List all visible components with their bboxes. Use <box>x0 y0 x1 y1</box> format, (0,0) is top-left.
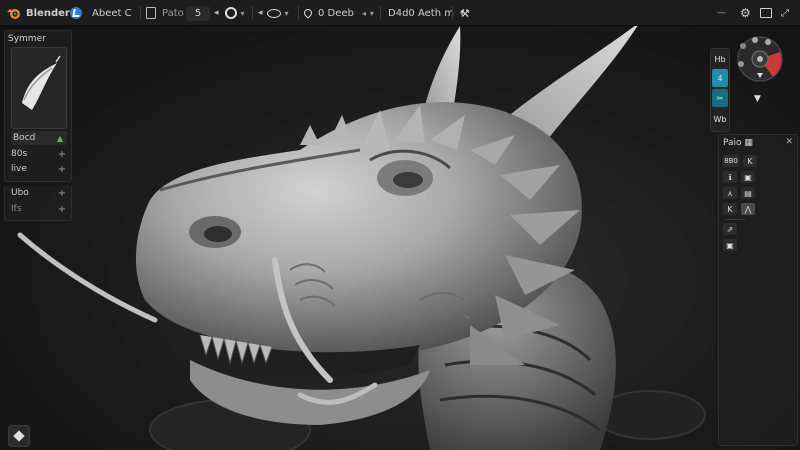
ellipse-icon <box>266 8 281 18</box>
view-button-0[interactable]: Hb <box>712 50 728 68</box>
brush-row-4[interactable]: Ifs + <box>11 202 67 216</box>
brush-row-label: Ifs <box>11 204 22 214</box>
add-icon[interactable]: + <box>57 164 67 175</box>
brush-preview[interactable] <box>11 47 67 129</box>
add-icon[interactable]: + <box>57 204 67 215</box>
blender-logo-icon <box>6 6 22 20</box>
brush-row-2[interactable]: live + <box>11 162 67 176</box>
tool-row-4: ⇗ <box>723 223 737 235</box>
brush-panel: Symmer Bocd ▲ 80s + live + <box>4 30 72 182</box>
value-pill: 5 <box>186 5 210 21</box>
brush-row-label: Ubo <box>11 188 29 198</box>
tool-button[interactable]: 8B0 <box>723 155 739 167</box>
falloff-dropdown[interactable]: 0 Deeb ◂ ▾ <box>302 0 374 26</box>
brush-panel-title: Symmer <box>8 34 46 44</box>
dragon-sculpt-model <box>17 26 706 450</box>
info-icon[interactable]: ℹ <box>723 171 737 183</box>
fullscreen-icon: ⤢ <box>781 7 789 19</box>
tool-button[interactable]: ▣ <box>741 171 755 183</box>
view-button-3[interactable]: Wb <box>712 110 728 128</box>
brush-row-label: Bocd <box>13 133 36 143</box>
chevron-left-icon: ◂ <box>258 8 263 18</box>
circle-icon <box>224 7 237 19</box>
fullscreen-button[interactable]: ⤢ <box>781 0 789 26</box>
chevron-down-icon: ▾ <box>284 8 289 18</box>
tool-button[interactable]: ⇗ <box>723 223 737 235</box>
brush-label: Pato <box>162 7 184 19</box>
tool-panel-title: Paio ▦ <box>723 138 753 148</box>
tool-row-5: ▣ <box>723 239 737 251</box>
tool-button[interactable]: ▣ <box>723 239 737 251</box>
tool-button[interactable]: K <box>723 203 737 215</box>
view-tools-column: Hb 4 ✂ Wb <box>710 48 730 132</box>
minimize-icon: — <box>717 8 726 18</box>
nav-label: Wb <box>713 114 727 124</box>
file-icon <box>146 7 156 19</box>
pin-icon <box>302 7 314 19</box>
tool-button[interactable]: ▤ <box>741 187 755 199</box>
navigation-gizmo[interactable] <box>735 34 785 84</box>
nav-label: Hb <box>714 54 726 64</box>
close-icon[interactable]: ✕ <box>785 137 793 147</box>
3d-viewport[interactable]: Symmer Bocd ▲ 80s + live + Ubo + Ifs + ▼… <box>0 26 800 450</box>
nav-label: ✂ <box>716 93 724 103</box>
view-button-2[interactable]: ✂ <box>712 89 728 107</box>
tool-button[interactable]: K <box>743 155 757 167</box>
mode-selector[interactable]: Abeet C <box>70 0 132 26</box>
brush-row-label: live <box>11 164 27 174</box>
chevron-down-icon: ▾ <box>369 8 374 18</box>
brush-panel-extension: Ubo + Ifs + <box>4 186 72 221</box>
section-label: D4d0 Aeth m <box>388 7 454 19</box>
brush-row-1[interactable]: 80s + <box>11 147 67 161</box>
brush-stroke-icon <box>22 55 61 110</box>
settings-button[interactable]: ⚙ <box>740 0 751 26</box>
tools-icon: ⚒ <box>460 6 470 20</box>
header-bar: Blender Abeet C Pato 5 ◂ ▾ ◂ ▾ 0 Deeb ◂ … <box>0 0 800 26</box>
app-title: Blender <box>26 7 70 19</box>
nav-label: 4 <box>717 73 723 83</box>
chevron-down-icon: ▾ <box>240 8 245 18</box>
tool-row-2: ⋏ ▤ <box>723 187 755 199</box>
brush-row-label: 80s <box>11 149 28 159</box>
mode-icon <box>70 7 82 19</box>
brush-row-0[interactable]: Bocd ▲ <box>11 131 67 145</box>
snap-toggle[interactable]: ⚒ <box>460 0 470 26</box>
add-icon[interactable]: ▲ <box>55 134 65 143</box>
tool-row-0: 8B0 K <box>723 155 757 167</box>
brush-selector[interactable]: Pato <box>146 0 184 26</box>
falloff-label: 0 Deeb <box>318 7 354 19</box>
divider <box>725 219 745 220</box>
chevron-left-icon: ◂ <box>214 8 219 18</box>
diamond-arrow-icon <box>13 430 25 442</box>
add-icon[interactable]: + <box>57 188 67 199</box>
settings-icon: ⚙ <box>740 6 751 20</box>
tool-button[interactable]: ⋏ <box>723 187 737 199</box>
mode-label: Abeet C <box>92 7 132 19</box>
view-arrow-icon[interactable]: ▼ <box>754 94 761 104</box>
tool-row-1: ℹ ▣ <box>723 171 755 183</box>
minimize-button[interactable]: — <box>717 0 726 26</box>
tool-panel: Paio ▦ ✕ 8B0 K ℹ ▣ ⋏ ▤ K ⋀ ⇗ ▣ <box>718 134 798 446</box>
brush-row-3[interactable]: Ubo + <box>11 186 67 200</box>
stroke-dropdown[interactable]: ◂ ▾ <box>214 0 245 26</box>
chevron-down-icon: ◂ <box>361 8 366 18</box>
tool-button[interactable]: ⋀ <box>741 203 755 215</box>
app-menu[interactable]: Blender <box>6 0 70 26</box>
screen-button[interactable] <box>760 0 772 26</box>
tool-row-3: K ⋀ <box>723 203 755 215</box>
view-button-1[interactable]: 4 <box>712 69 728 87</box>
screen-icon <box>760 8 772 18</box>
navigate-button[interactable] <box>8 425 30 447</box>
add-icon[interactable]: + <box>57 149 67 160</box>
value-field[interactable]: 5 <box>186 0 210 26</box>
falloff-shape-dropdown[interactable]: ◂ ▾ <box>258 0 289 26</box>
